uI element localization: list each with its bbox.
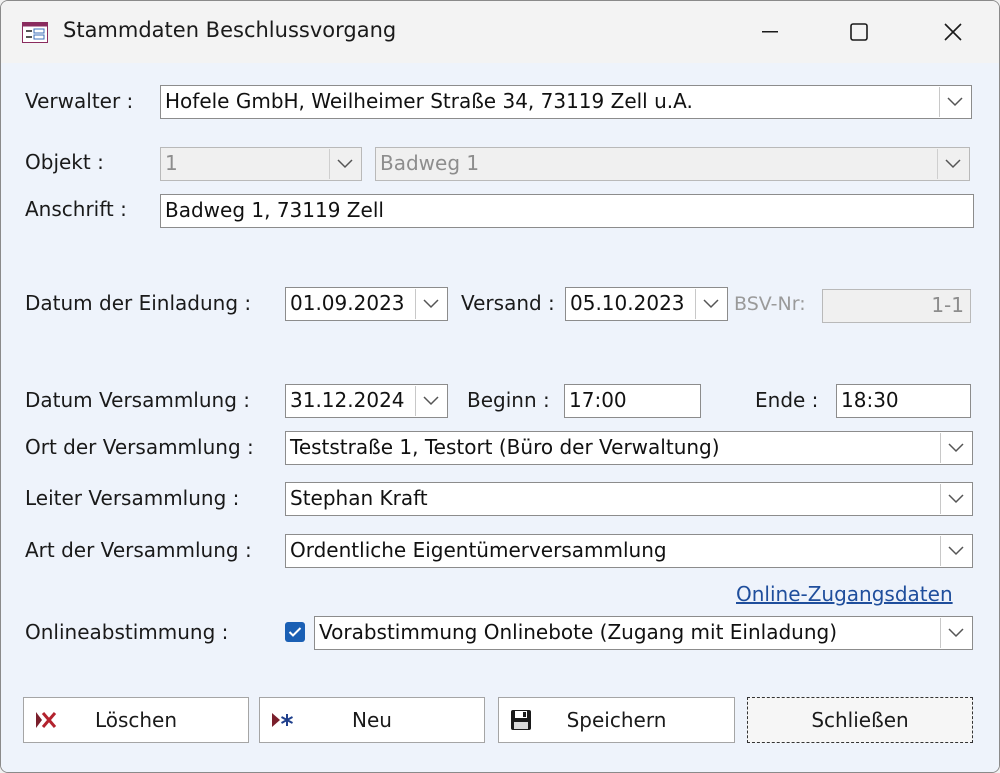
schliessen-button[interactable]: Schließen [747,697,973,743]
label-leiter: Leiter Versammlung : [25,486,240,510]
label-bsv-nr: BSV-Nr: [734,293,806,315]
onlineabstimmung-value: Vorabstimmung Onlinebote (Zugang mit Ein… [319,620,837,644]
chevron-down-icon [423,299,439,309]
dropdown-button[interactable] [940,536,971,566]
neu-button[interactable]: Neu [259,697,485,743]
objekt-nr-combobox[interactable]: 1 [160,147,362,181]
label-ende: Ende : [755,388,819,412]
chevron-down-icon [703,299,719,309]
label-onlineabstimmung: Onlineabstimmung : [25,620,229,644]
dialog-window: Stammdaten Beschlussvorgang Verwalter : … [0,0,1000,773]
maximize-button[interactable] [829,9,889,55]
speichern-label: Speichern [566,708,667,732]
datum-einladung-value: 01.09.2023 [290,291,405,315]
onlineabstimmung-checkbox[interactable] [285,622,305,642]
floppy-disk-icon [511,710,531,730]
chevron-down-icon [947,97,963,107]
verwalter-value: Hofele GmbH, Weilheimer Straße 34, 73119… [165,89,693,113]
minimize-button[interactable] [740,9,800,55]
datum-versammlung-value: 31.12.2024 [290,388,405,412]
anschrift-input[interactable]: Badweg 1, 73119 Zell [160,194,974,228]
schliessen-label: Schließen [811,708,909,732]
art-value: Ordentliche Eigentümerversammlung [290,538,667,562]
chevron-down-icon [423,396,439,406]
art-combobox[interactable]: Ordentliche Eigentümerversammlung [285,534,973,568]
loeschen-label: Löschen [94,708,178,732]
datum-einladung-picker[interactable]: 01.09.2023 [285,287,448,321]
maximize-icon [850,23,868,41]
chevron-down-icon [948,628,964,638]
ort-value: Teststraße 1, Testort (Büro der Verwaltu… [290,435,720,459]
dropdown-button[interactable] [940,484,971,514]
loeschen-button[interactable]: Löschen [23,697,249,743]
label-art: Art der Versammlung : [25,538,252,562]
neu-label: Neu [352,708,392,732]
beginn-value: 17:00 [569,388,627,412]
ende-value: 18:30 [841,388,899,412]
close-window-button[interactable] [923,9,983,55]
date-dropdown-button[interactable] [415,386,446,416]
dropdown-button[interactable] [940,618,971,648]
onlineabstimmung-combobox[interactable]: Vorabstimmung Onlinebote (Zugang mit Ein… [314,616,973,650]
chevron-down-icon [948,443,964,453]
label-ort: Ort der Versammlung : [25,435,254,459]
delete-record-icon [36,712,57,728]
dropdown-button[interactable] [937,149,968,179]
label-anschrift: Anschrift : [25,197,127,221]
datum-versammlung-picker[interactable]: 31.12.2024 [285,384,448,418]
close-icon [944,23,962,41]
label-objekt: Objekt : [25,150,104,174]
leiter-combobox[interactable]: Stephan Kraft [285,482,973,516]
chevron-down-icon [948,546,964,556]
dropdown-button[interactable] [329,149,360,179]
leiter-value: Stephan Kraft [290,486,428,510]
versand-value: 05.10.2023 [570,291,685,315]
chevron-down-icon [948,494,964,504]
verwalter-combobox[interactable]: Hofele GmbH, Weilheimer Straße 34, 73119… [160,85,972,119]
dropdown-button[interactable] [939,87,970,117]
ort-combobox[interactable]: Teststraße 1, Testort (Büro der Verwaltu… [285,431,973,465]
chevron-down-icon [945,159,961,169]
speichern-button[interactable]: Speichern [498,697,735,743]
beginn-input[interactable]: 17:00 [564,384,701,418]
bsv-nr-value: 1-1 [931,293,964,317]
bsv-nr-input: 1-1 [822,289,971,323]
date-dropdown-button[interactable] [415,289,446,319]
form-icon [22,22,48,43]
anschrift-value: Badweg 1, 73119 Zell [165,198,384,222]
ende-input[interactable]: 18:30 [836,384,971,418]
title-bar: Stammdaten Beschlussvorgang [1,1,999,63]
versand-picker[interactable]: 05.10.2023 [565,287,728,321]
label-verwalter: Verwalter : [25,89,134,113]
label-datum-versammlung: Datum Versammlung : [25,388,251,412]
label-beginn: Beginn : [467,388,550,412]
new-record-icon [272,713,293,727]
date-dropdown-button[interactable] [695,289,726,319]
minimize-icon [762,31,778,33]
window-title: Stammdaten Beschlussvorgang [63,18,397,42]
objekt-name-value: Badweg 1 [380,151,480,175]
objekt-name-combobox[interactable]: Badweg 1 [375,147,970,181]
label-datum-einladung: Datum der Einladung : [25,291,252,315]
chevron-down-icon [337,159,353,169]
checkmark-icon [288,627,302,637]
label-versand: Versand : [461,291,555,315]
dropdown-button[interactable] [940,433,971,463]
objekt-nr-value: 1 [165,151,178,175]
online-zugangsdaten-link[interactable]: Online-Zugangsdaten [736,582,953,606]
